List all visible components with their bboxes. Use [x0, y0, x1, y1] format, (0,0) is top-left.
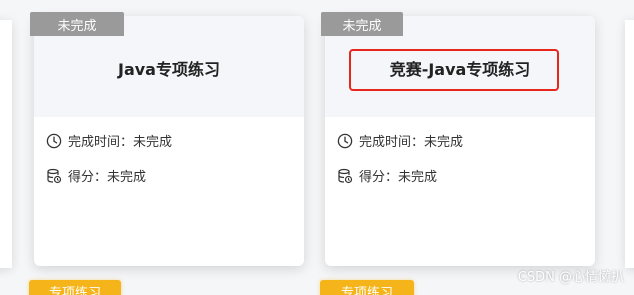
- adjacent-card-right[interactable]: [625, 20, 634, 268]
- exercise-type-badge: 专项练习: [29, 280, 121, 295]
- adjacent-card-left[interactable]: [0, 20, 12, 268]
- status-badge: 未完成: [30, 12, 124, 36]
- card-title: Java专项练习: [118, 59, 220, 79]
- score-label: 得分：: [68, 170, 108, 185]
- database-icon: [338, 168, 353, 183]
- completion-time-value: 未完成: [424, 135, 464, 150]
- score-row: 得分： 未完成: [46, 166, 146, 185]
- score-value: 未完成: [398, 170, 438, 185]
- exercise-type-badge: 专项练习: [320, 280, 414, 295]
- status-badge: 未完成: [321, 12, 403, 36]
- score-value: 未完成: [107, 170, 147, 185]
- completion-time-row: 完成时间： 未完成: [46, 131, 172, 150]
- title-highlight-box: [349, 49, 559, 91]
- watermark: CSDN @心情懒扒: [517, 270, 624, 285]
- completion-time-row: 完成时间： 未完成: [337, 131, 463, 150]
- clock-icon: [46, 133, 62, 148]
- score-row: 得分： 未完成: [337, 166, 437, 185]
- completion-time-label: 完成时间：: [68, 135, 134, 150]
- exercise-card[interactable]: Java专项练习 未完成 完成时间： 未完成 得分： 未完成: [30, 12, 304, 266]
- exercise-card[interactable]: 竞赛-Java专项练习 未完成 完成时间： 未完成 得分： 未完成: [321, 12, 595, 266]
- database-icon: [47, 168, 62, 183]
- completion-time-label: 完成时间：: [359, 135, 425, 150]
- completion-time-value: 未完成: [133, 135, 173, 150]
- score-label: 得分：: [359, 170, 399, 185]
- clock-icon: [337, 133, 353, 148]
